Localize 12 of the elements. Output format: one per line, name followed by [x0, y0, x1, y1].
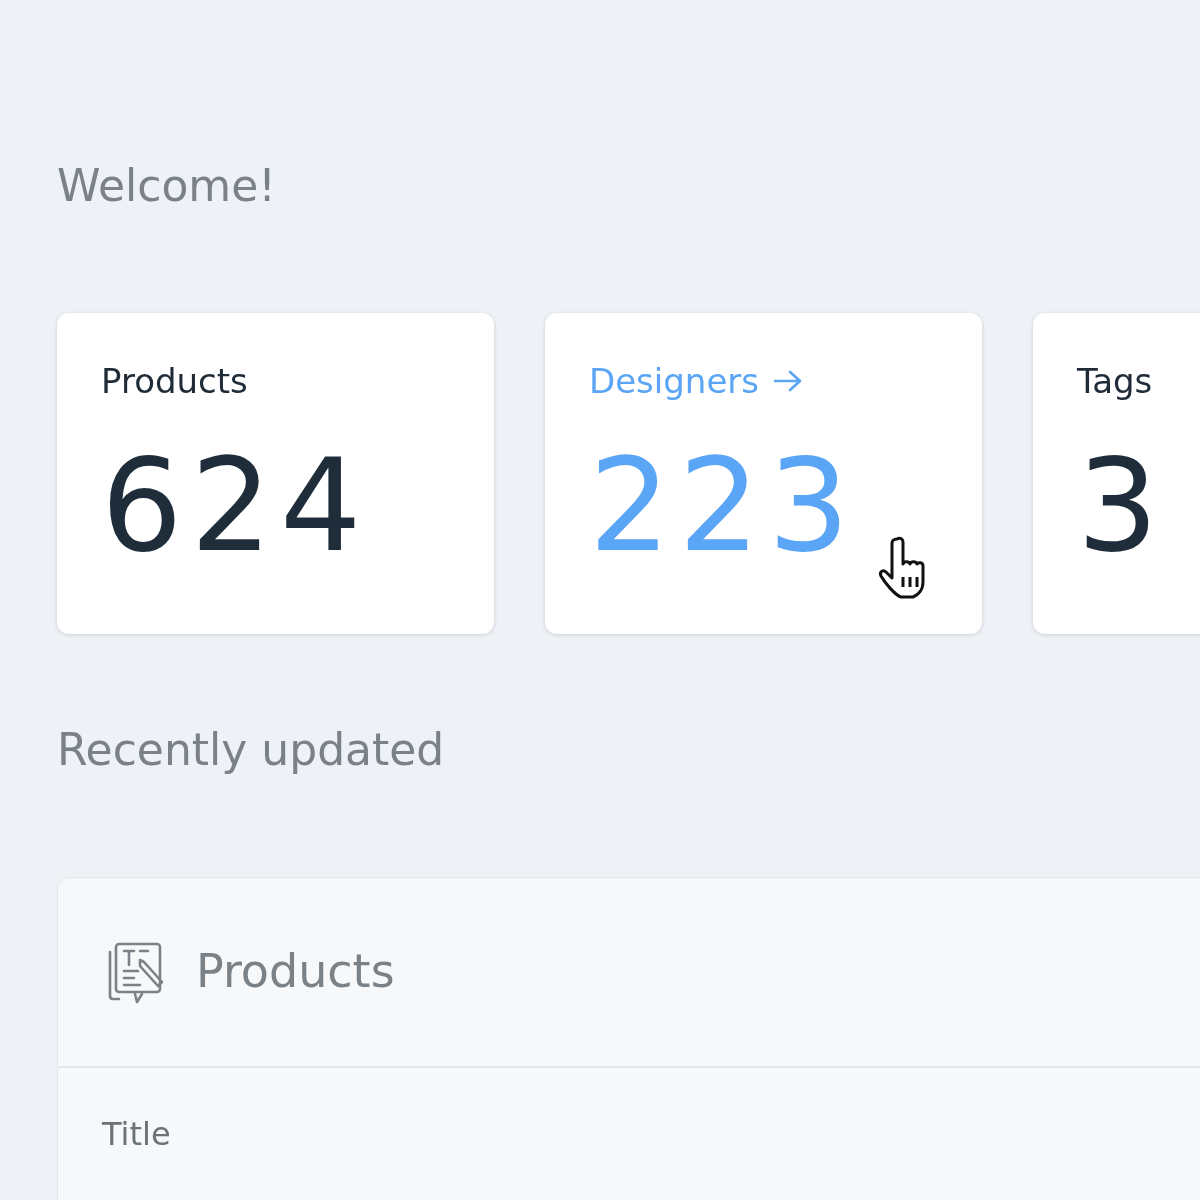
- stat-link[interactable]: Designers: [589, 362, 803, 401]
- stat-card[interactable]: Designers 223: [545, 312, 982, 634]
- stat-label: Tags: [1077, 362, 1153, 401]
- stat-label: Products: [101, 362, 248, 401]
- stat-value: 624: [101, 442, 370, 571]
- stat-value: 3: [1077, 442, 1167, 571]
- column-header: Title: [101, 1113, 172, 1155]
- arrow-right-icon: [773, 369, 803, 394]
- panel-title: Products: [196, 946, 395, 997]
- page-heading: Welcome!: [57, 160, 277, 213]
- stat-value: 223: [589, 442, 858, 571]
- section-title: Recently updated: [57, 723, 446, 777]
